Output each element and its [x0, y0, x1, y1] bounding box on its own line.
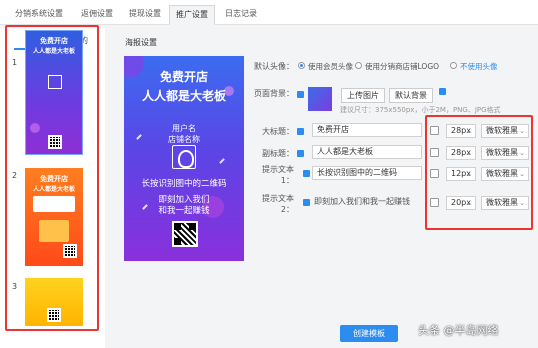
- qr-code-icon: [172, 221, 198, 247]
- poster-join-line2: 和我一起赚钱: [158, 206, 210, 216]
- thumb-subtitle: 人人都是大老板: [32, 186, 75, 193]
- poster-preview: 免费开店 人人都是大老板 用户名 店铺名称 长按识别图中的二维码 即刻加入我们 …: [124, 56, 244, 261]
- subtitle-checkbox[interactable]: [297, 150, 304, 157]
- tab-commission-settings[interactable]: 返佣设置: [76, 5, 118, 25]
- top-tab-bar: 分销系统设置 返佣设置 提现设置 推广设置 日志记录: [0, 0, 538, 25]
- template-thumb-3[interactable]: [25, 278, 83, 326]
- fingerprint-icon: [48, 75, 62, 89]
- template-thumb-2[interactable]: 免费开店 人人都是大老板: [25, 168, 83, 266]
- default-background-button[interactable]: 默认背景: [389, 88, 433, 103]
- decoration: [219, 158, 225, 164]
- qr-code-icon: [48, 135, 62, 149]
- tip1-label: 提示文本1：: [262, 165, 294, 185]
- background-label: 页面背景：: [254, 89, 294, 98]
- thumb-title: 免费开店: [40, 175, 68, 183]
- thumb-number: 3: [12, 282, 18, 291]
- create-template-button[interactable]: 创建模板: [340, 325, 398, 342]
- style-options-highlight-box: [425, 115, 533, 230]
- avatar-logo-radio[interactable]: [355, 62, 362, 69]
- qr-code-icon: [63, 244, 77, 258]
- illustration-icon: [39, 220, 69, 242]
- user-card: [33, 196, 75, 212]
- avatar-member-option[interactable]: 使用会员头像: [308, 61, 353, 72]
- poster-title: 免费开店: [159, 70, 208, 84]
- title-label: 大标题：: [262, 127, 294, 136]
- avatar-none-option[interactable]: 不使用头像: [460, 61, 498, 72]
- tip2-label: 提示文本2：: [262, 194, 294, 214]
- background-size-hint: 建议尺寸：375x550px，小于2M，PNG、JPG格式: [340, 106, 501, 114]
- default-background-checkbox[interactable]: [439, 88, 446, 95]
- avatar-member-radio[interactable]: [298, 62, 305, 69]
- title-input[interactable]: 免费开店: [312, 123, 422, 137]
- title-checkbox[interactable]: [297, 128, 304, 135]
- watermark: 头条 @半岛网络: [418, 324, 499, 337]
- thumb-subtitle: 人人都是大老板: [32, 48, 75, 55]
- decoration: [30, 123, 40, 133]
- tip2-checkbox[interactable]: [303, 199, 310, 206]
- subtitle-label: 副标题：: [262, 149, 294, 158]
- tab-distribution-settings[interactable]: 分销系统设置: [8, 5, 70, 25]
- poster-hint: 长按识别图中的二维码: [141, 179, 227, 189]
- fingerprint-icon: [172, 145, 196, 169]
- thumb-title: 免费开店: [40, 37, 68, 45]
- thumb-number: 1: [12, 58, 18, 67]
- avatar-logo-option[interactable]: 使用分销商店铺LOGO: [365, 61, 439, 72]
- tip1-checkbox[interactable]: [303, 170, 310, 177]
- poster-subtitle: 人人都是大老板: [141, 89, 226, 103]
- tab-log-records[interactable]: 日志记录: [220, 5, 262, 25]
- template-thumb-1[interactable]: 免费开店 人人都是大老板: [25, 30, 83, 155]
- avatar-label: 默认头像：: [254, 62, 294, 71]
- section-title: 海报设置: [125, 38, 157, 47]
- tab-withdraw-settings[interactable]: 提现设置: [124, 5, 166, 25]
- background-preview-image: [308, 87, 332, 111]
- tip2-input[interactable]: 即刻加入我们和我一起赚钱: [314, 196, 410, 207]
- upload-image-button[interactable]: 上传图片: [341, 88, 385, 103]
- qr-code-icon: [47, 308, 61, 322]
- poster-shopname: 店铺名称: [168, 135, 200, 144]
- background-checkbox[interactable]: [297, 91, 304, 98]
- thumb-number: 2: [12, 171, 18, 180]
- tip1-input[interactable]: 长按识别图中的二维码: [312, 166, 422, 180]
- avatar-none-radio[interactable]: [450, 62, 457, 69]
- subtitle-input[interactable]: 人人都是大老板: [312, 145, 422, 159]
- tab-promotion-settings[interactable]: 推广设置: [169, 5, 215, 25]
- poster-username: 用户名: [172, 124, 196, 133]
